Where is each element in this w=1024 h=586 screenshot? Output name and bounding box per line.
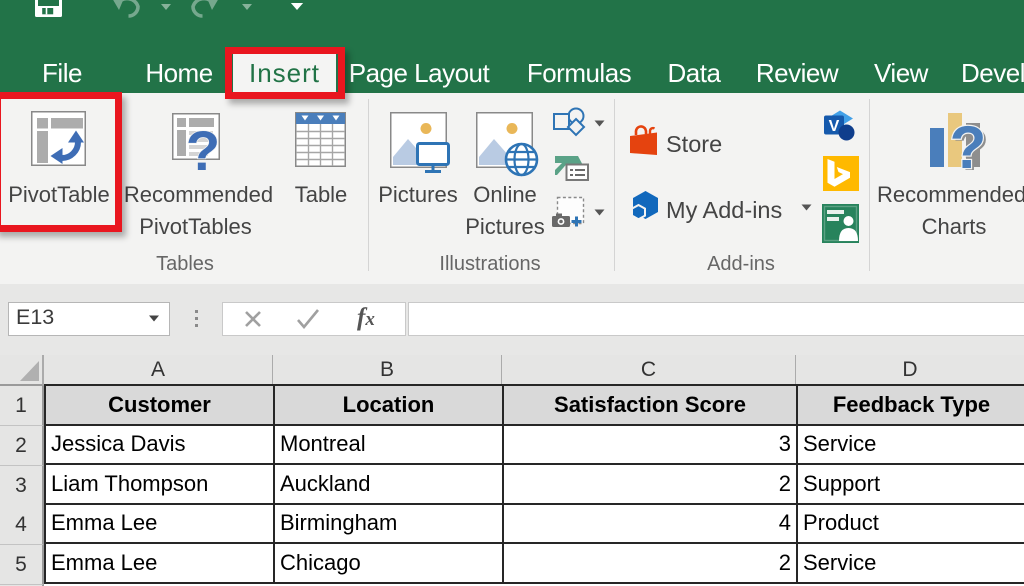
- svg-text:?: ?: [950, 114, 987, 176]
- svg-text:V: V: [829, 118, 840, 135]
- svg-text:?: ?: [186, 119, 220, 175]
